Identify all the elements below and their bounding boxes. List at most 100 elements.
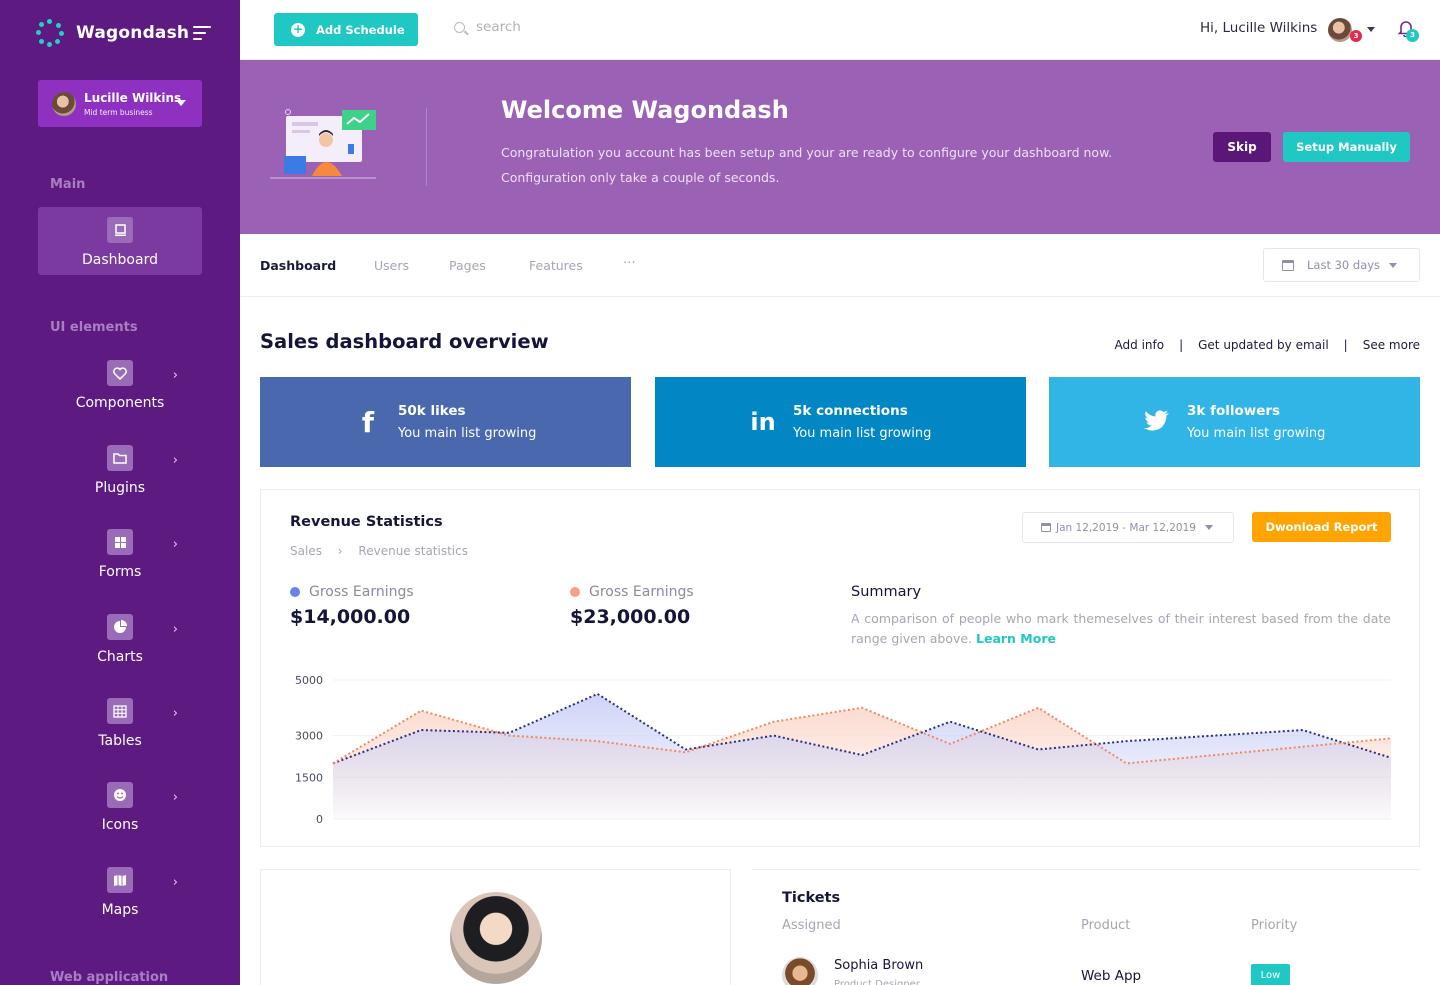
- column-header-product: Product: [1081, 918, 1131, 933]
- add-info-link[interactable]: Add info: [1115, 338, 1165, 352]
- sidebar-item-dashboard[interactable]: Dashboard: [38, 207, 202, 275]
- y-tick-label: 3000: [295, 730, 323, 743]
- chevron-right-icon: ›: [172, 537, 178, 552]
- chevron-right-icon: ›: [172, 368, 178, 383]
- column-header-priority: Priority: [1251, 918, 1298, 933]
- legend-dot: [290, 587, 300, 597]
- social-card-linkedin[interactable]: in 5k connections You main list growing: [655, 377, 1026, 467]
- earnings-value: $23,000.00: [570, 606, 691, 628]
- sidebar-item-charts[interactable]: Charts ›: [38, 604, 202, 672]
- folder-icon: [107, 445, 133, 471]
- y-tick-label: 1500: [295, 771, 323, 784]
- bell-badge: 3: [1406, 29, 1419, 42]
- banner-divider: [426, 108, 427, 186]
- setup-manually-button[interactable]: Setup Manually: [1283, 132, 1410, 162]
- banner-title: Welcome Wagondash: [501, 96, 789, 124]
- map-icon: [107, 867, 133, 893]
- tab-users[interactable]: Users: [374, 258, 409, 273]
- nav-section-ui-elements: UI elements: [50, 320, 138, 335]
- link-separator: |: [1343, 338, 1348, 352]
- learn-more-link[interactable]: Learn More: [976, 631, 1056, 646]
- profile-photo: [450, 892, 542, 984]
- nav-section-web-application: Web application: [50, 970, 169, 985]
- revenue-date-range[interactable]: Jan 12,2019 - Mar 12,2019: [1022, 512, 1234, 543]
- chevron-right-icon: ›: [172, 622, 178, 637]
- date-range-label: Last 30 days: [1307, 258, 1381, 272]
- welcome-illustration-icon: [270, 109, 376, 179]
- avatar: [52, 91, 76, 116]
- tab-dashboard[interactable]: Dashboard: [260, 258, 336, 273]
- social-card-twitter[interactable]: 3k followers You main list growing: [1049, 377, 1420, 467]
- sidebar-item-label: Maps: [101, 902, 139, 918]
- social-title: 50k likes: [398, 403, 466, 419]
- user-switcher[interactable]: Lucille Wilkins Mid term business: [38, 80, 202, 127]
- user-subtitle: Mid term business: [84, 107, 153, 117]
- sidebar-item-icons[interactable]: Icons ›: [38, 772, 202, 840]
- revenue-card: Revenue Statistics Sales › Revenue stati…: [260, 489, 1420, 847]
- brand[interactable]: Wagondash: [36, 18, 212, 48]
- chevron-right-icon: ›: [172, 790, 178, 805]
- revenue-range-label: Jan 12,2019 - Mar 12,2019: [1056, 521, 1196, 534]
- skip-button[interactable]: Skip: [1213, 132, 1271, 162]
- summary-title: Summary: [851, 584, 922, 600]
- brand-logo-icon: [36, 19, 64, 47]
- social-card-facebook[interactable]: f 50k likes You main list growing: [260, 377, 631, 467]
- search-input[interactable]: [476, 19, 676, 35]
- chevron-down-icon: [176, 100, 186, 106]
- email-updates-link[interactable]: Get updated by email: [1198, 338, 1329, 352]
- table-row[interactable]: Sophia Brown Product Designer Web App Lo…: [752, 955, 1420, 985]
- sidebar-item-label: Dashboard: [82, 252, 158, 268]
- greeting: Hi, Lucille Wilkins: [1200, 20, 1318, 36]
- chevron-down-icon[interactable]: [1367, 27, 1375, 32]
- user-name: Lucille Wilkins: [84, 90, 182, 105]
- breadcrumb: Sales › Revenue statistics: [290, 544, 468, 558]
- welcome-banner: Welcome Wagondash Congratulation you acc…: [240, 60, 1440, 234]
- search: [454, 19, 676, 35]
- sidebar-item-tables[interactable]: Tables ›: [38, 688, 202, 756]
- calendar-icon: [1041, 523, 1051, 532]
- link-separator: |: [1179, 338, 1184, 352]
- sidebar-item-label: Plugins: [94, 480, 146, 496]
- social-subtitle: You main list growing: [793, 426, 932, 441]
- summary-text: A comparison of people who mark themesel…: [851, 609, 1391, 649]
- avatar: [782, 957, 818, 985]
- date-range-dropdown[interactable]: Last 30 days: [1263, 248, 1420, 282]
- tab-pages[interactable]: Pages: [449, 258, 486, 273]
- earnings-label: Gross Earnings: [309, 584, 414, 600]
- social-subtitle: You main list growing: [1187, 426, 1326, 441]
- sidebar-item-maps[interactable]: Maps ›: [38, 857, 202, 925]
- chevron-right-icon: ›: [172, 875, 178, 890]
- twitter-icon: [1142, 406, 1172, 439]
- menu-toggle-icon[interactable]: [193, 26, 212, 40]
- section-links: Add info | Get updated by email | See mo…: [1115, 338, 1420, 352]
- sidebar-item-label: Tables: [98, 733, 142, 749]
- breadcrumb-current: Revenue statistics: [358, 544, 468, 558]
- chevron-down-icon: [1204, 525, 1213, 530]
- download-report-button[interactable]: Dwonload Report: [1252, 512, 1391, 542]
- add-schedule-label: Add Schedule: [316, 22, 405, 37]
- sidebar-item-components[interactable]: Components ›: [38, 350, 202, 418]
- heart-icon: [107, 360, 133, 386]
- ticket-product: Web App: [1081, 968, 1142, 984]
- column-header-assigned: Assigned: [782, 918, 841, 933]
- social-title: 3k followers: [1187, 403, 1281, 419]
- table-icon: [107, 698, 133, 724]
- y-tick-label: 0: [316, 813, 323, 826]
- pie-chart-icon: [107, 614, 133, 640]
- tickets-card: Tickets Assigned Product Priority Sophia…: [752, 869, 1420, 985]
- earnings-value: $14,000.00: [290, 606, 411, 628]
- sidebar-item-plugins[interactable]: Plugins ›: [38, 435, 202, 503]
- tab-features[interactable]: Features: [529, 258, 583, 273]
- avatar[interactable]: [1328, 18, 1352, 42]
- grid-icon: [107, 529, 133, 555]
- earnings-item: Gross Earnings $23,000.00: [570, 584, 694, 628]
- tickets-title: Tickets: [782, 890, 841, 906]
- notification-badge: 3: [1350, 30, 1362, 42]
- breadcrumb-parent[interactable]: Sales: [290, 544, 322, 558]
- nav-section-main: Main: [50, 177, 86, 192]
- add-schedule-button[interactable]: + Add Schedule: [274, 13, 418, 46]
- see-more-link[interactable]: See more: [1363, 338, 1420, 352]
- sidebar-item-forms[interactable]: Forms ›: [38, 519, 202, 587]
- tab-more[interactable]: ⋯: [623, 254, 636, 269]
- social-title: 5k connections: [793, 403, 908, 419]
